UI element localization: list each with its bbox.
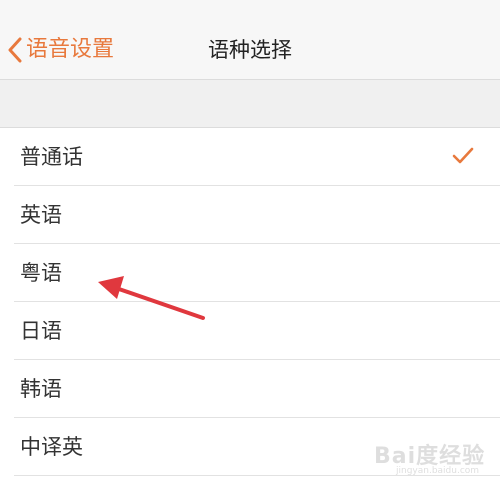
list-item-label: 普通话 xyxy=(20,145,83,169)
baidu-watermark: Bai度经验 jingyan.baidu.com xyxy=(374,438,494,478)
section-spacer xyxy=(0,80,500,128)
list-item-label: 中译英 xyxy=(20,435,83,459)
navigation-bar: 语音设置 语种选择 xyxy=(0,0,500,80)
list-item-cantonese[interactable]: 粤语 xyxy=(0,244,500,302)
list-item-mandarin[interactable]: 普通话 xyxy=(0,128,500,186)
page-title: 语种选择 xyxy=(208,38,292,62)
list-item-label: 日语 xyxy=(20,319,62,343)
language-list: 普通话 英语 粤语 日语 韩语 中译英 xyxy=(0,128,500,476)
list-item-label: 韩语 xyxy=(20,377,62,401)
list-item-japanese[interactable]: 日语 xyxy=(0,302,500,360)
list-item-label: 粤语 xyxy=(20,261,62,285)
list-item-korean[interactable]: 韩语 xyxy=(0,360,500,418)
checkmark-icon xyxy=(452,147,474,164)
list-item-english[interactable]: 英语 xyxy=(0,186,500,244)
watermark-url: jingyan.baidu.com xyxy=(396,466,480,476)
list-item-label: 英语 xyxy=(20,203,62,227)
